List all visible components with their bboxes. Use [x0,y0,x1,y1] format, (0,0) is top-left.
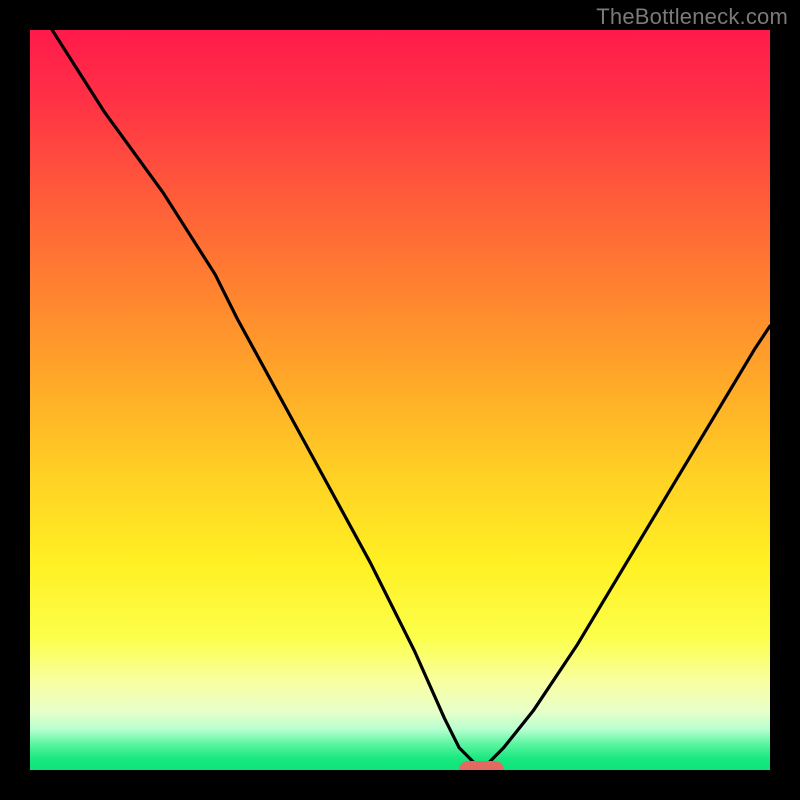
plot-area [30,30,770,770]
optimal-marker [459,761,503,770]
gradient-background [30,30,770,770]
chart-frame: TheBottleneck.com [0,0,800,800]
watermark-text: TheBottleneck.com [596,4,788,30]
chart-svg [30,30,770,770]
